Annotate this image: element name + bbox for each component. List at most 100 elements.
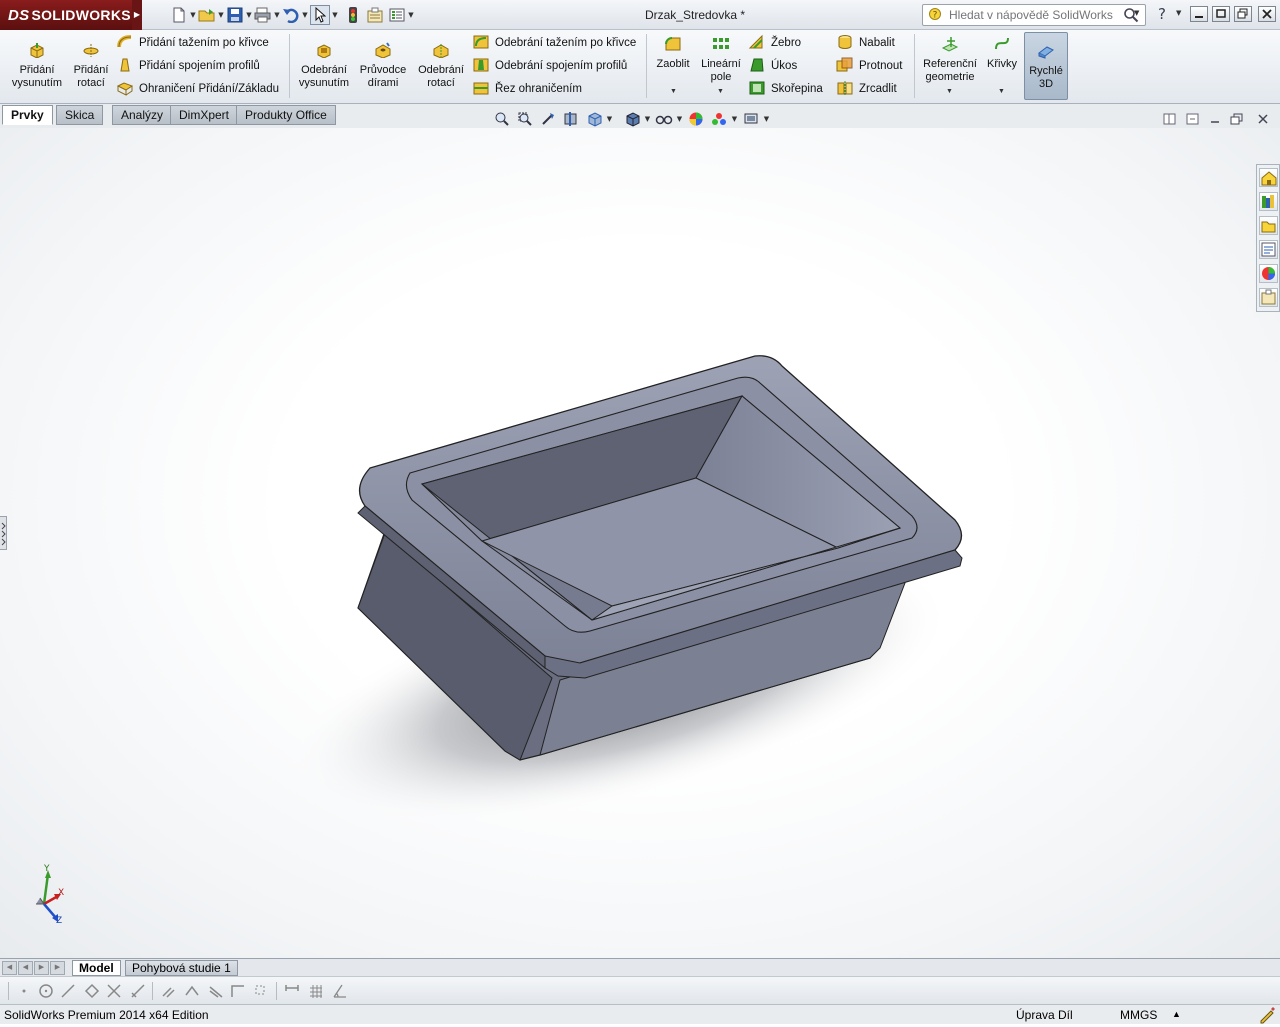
- linear-sketch-pattern-icon[interactable]: [206, 981, 226, 1001]
- apply-scene-icon[interactable]: [707, 110, 730, 128]
- tile-windows-button[interactable]: [1234, 6, 1252, 22]
- help-search-input[interactable]: [947, 7, 1119, 23]
- menu-expand-arrow[interactable]: ▶: [132, 0, 142, 30]
- viewport-close-icon[interactable]: [1256, 113, 1270, 126]
- save-icon[interactable]: [226, 6, 244, 24]
- rib-button[interactable]: Žebro: [748, 33, 801, 53]
- options-dropdown-arrow[interactable]: ▼: [406, 6, 416, 24]
- pattern-dropdown-arrow[interactable]: ▼: [717, 88, 724, 95]
- polygon-icon[interactable]: [82, 981, 102, 1001]
- curves-button[interactable]: Křivky: [984, 36, 1020, 71]
- draft-button[interactable]: Úkos: [748, 56, 797, 76]
- display-style-icon[interactable]: [620, 110, 643, 128]
- revolved-cut-button[interactable]: Odebrání rotací: [414, 42, 468, 90]
- smart-dimension-icon[interactable]: [282, 981, 302, 1001]
- viewport-restore-icon[interactable]: [1230, 113, 1244, 126]
- open-dropdown-arrow[interactable]: ▼: [216, 6, 226, 24]
- view-palette-icon[interactable]: [1259, 240, 1278, 259]
- unit-system-selector[interactable]: MMGS: [1120, 1008, 1157, 1022]
- appearances-scenes-icon[interactable]: [1259, 264, 1278, 283]
- hide-show-items-icon[interactable]: [652, 110, 675, 128]
- tab-skica[interactable]: Skica: [56, 105, 104, 125]
- edit-appearance-icon[interactable]: [684, 110, 707, 128]
- graphics-area[interactable]: Y X Z: [0, 128, 1280, 958]
- previous-view-icon[interactable]: [536, 110, 559, 128]
- revolved-boss-button[interactable]: Přidání rotací: [68, 42, 114, 90]
- point-icon[interactable]: [14, 981, 34, 1001]
- scene-dropdown-arrow[interactable]: ▼: [730, 115, 739, 123]
- tab-dimxpert[interactable]: DimXpert: [170, 105, 239, 125]
- options-icon[interactable]: [388, 6, 406, 24]
- first-tab-arrow[interactable]: ◀: [2, 961, 17, 975]
- fillet-button[interactable]: Zaoblit: [652, 36, 694, 71]
- minimize-button[interactable]: [1190, 6, 1208, 22]
- undo-icon[interactable]: [282, 6, 300, 24]
- open-folder-icon[interactable]: [198, 6, 216, 24]
- reference-geometry-button[interactable]: Referenční geometrie: [920, 36, 980, 84]
- units-up-arrow[interactable]: ▲: [1172, 1009, 1181, 1019]
- prev-tab-arrow[interactable]: ◀: [18, 961, 33, 975]
- select-pointer-icon[interactable]: [310, 5, 330, 25]
- construction-geometry-icon[interactable]: [252, 981, 272, 1001]
- solidworks-resources-icon[interactable]: [1259, 168, 1278, 187]
- viewport-minimize-icon[interactable]: [1208, 113, 1222, 126]
- view-settings-icon[interactable]: [739, 110, 762, 128]
- curves-dropdown-arrow[interactable]: ▼: [998, 88, 1005, 95]
- intersect-button[interactable]: Protnout: [836, 56, 902, 76]
- circle-icon[interactable]: [36, 981, 56, 1001]
- viewport-split-icon[interactable]: [1163, 113, 1177, 126]
- line-icon[interactable]: [58, 981, 78, 1001]
- section-view-icon[interactable]: [559, 110, 582, 128]
- tab-prvky[interactable]: Prvky: [2, 105, 53, 125]
- tab-model[interactable]: Model: [72, 960, 121, 976]
- boundary-boss-button[interactable]: Ohraničení Přidání/Základu: [116, 79, 279, 99]
- restore-button[interactable]: [1212, 6, 1230, 22]
- mirror-button[interactable]: Zrcadlit: [836, 79, 897, 99]
- shell-button[interactable]: Skořepina: [748, 79, 823, 99]
- lofted-cut-button[interactable]: Odebrání spojením profilů: [472, 56, 627, 76]
- extruded-cut-button[interactable]: Odebrání vysunutím: [295, 42, 353, 90]
- wrap-button[interactable]: Nabalit: [836, 33, 895, 53]
- linear-pattern-button[interactable]: Lineární pole: [697, 36, 745, 84]
- convert-entities-icon[interactable]: [128, 981, 148, 1001]
- tab-analyzy[interactable]: Analýzy: [112, 105, 173, 125]
- hide-show-dropdown-arrow[interactable]: ▼: [675, 115, 684, 123]
- print-dropdown-arrow[interactable]: ▼: [272, 6, 282, 24]
- tab-motion-study[interactable]: Pohybová studie 1: [125, 960, 238, 976]
- part-model[interactable]: [0, 128, 1280, 958]
- instant-3d-button[interactable]: Rychlé 3D: [1024, 32, 1068, 100]
- fillet-dropdown-arrow[interactable]: ▼: [670, 88, 677, 95]
- view-settings-dropdown-arrow[interactable]: ▼: [762, 115, 771, 123]
- view-orientation-dropdown-arrow[interactable]: ▼: [605, 115, 614, 123]
- print-icon[interactable]: [254, 6, 272, 24]
- corner-rectangle-icon[interactable]: [228, 981, 248, 1001]
- save-dropdown-arrow[interactable]: ▼: [244, 6, 254, 24]
- reference-geometry-dropdown-arrow[interactable]: ▼: [946, 88, 953, 95]
- trim-icon[interactable]: [104, 981, 124, 1001]
- file-explorer-icon[interactable]: [1259, 216, 1278, 235]
- add-relation-icon[interactable]: [330, 981, 350, 1001]
- new-dropdown-arrow[interactable]: ▼: [188, 6, 198, 24]
- mirror-entities-icon[interactable]: [182, 981, 202, 1001]
- swept-cut-button[interactable]: Odebrání tažením po křivce: [472, 33, 636, 53]
- last-tab-arrow[interactable]: ▶: [50, 961, 65, 975]
- help-icon[interactable]: ?: [1154, 5, 1170, 26]
- new-document-icon[interactable]: [170, 6, 188, 24]
- grid-icon[interactable]: [306, 981, 326, 1001]
- swept-boss-button[interactable]: Přidání tažením po křivce: [116, 33, 269, 53]
- viewport-link-icon[interactable]: [1186, 113, 1200, 126]
- feature-tree-expand-tab[interactable]: [0, 516, 7, 550]
- boundary-cut-button[interactable]: Řez ohraničením: [472, 79, 582, 99]
- lofted-boss-button[interactable]: Přidání spojením profilů: [116, 56, 260, 76]
- zoom-to-fit-icon[interactable]: [490, 110, 513, 128]
- design-library-icon[interactable]: [1259, 192, 1278, 211]
- close-button[interactable]: [1258, 6, 1276, 22]
- rebuild-traffic-light-icon[interactable]: [344, 6, 362, 24]
- help-search-box[interactable]: ?: [922, 4, 1146, 26]
- extruded-boss-button[interactable]: Přidání vysunutím: [8, 42, 66, 90]
- hole-wizard-button[interactable]: Průvodce dírami: [357, 42, 409, 90]
- offset-entities-icon[interactable]: [158, 981, 178, 1001]
- display-style-dropdown-arrow[interactable]: ▼: [643, 115, 652, 123]
- view-orientation-icon[interactable]: [582, 110, 605, 128]
- select-dropdown-arrow[interactable]: ▼: [330, 6, 340, 24]
